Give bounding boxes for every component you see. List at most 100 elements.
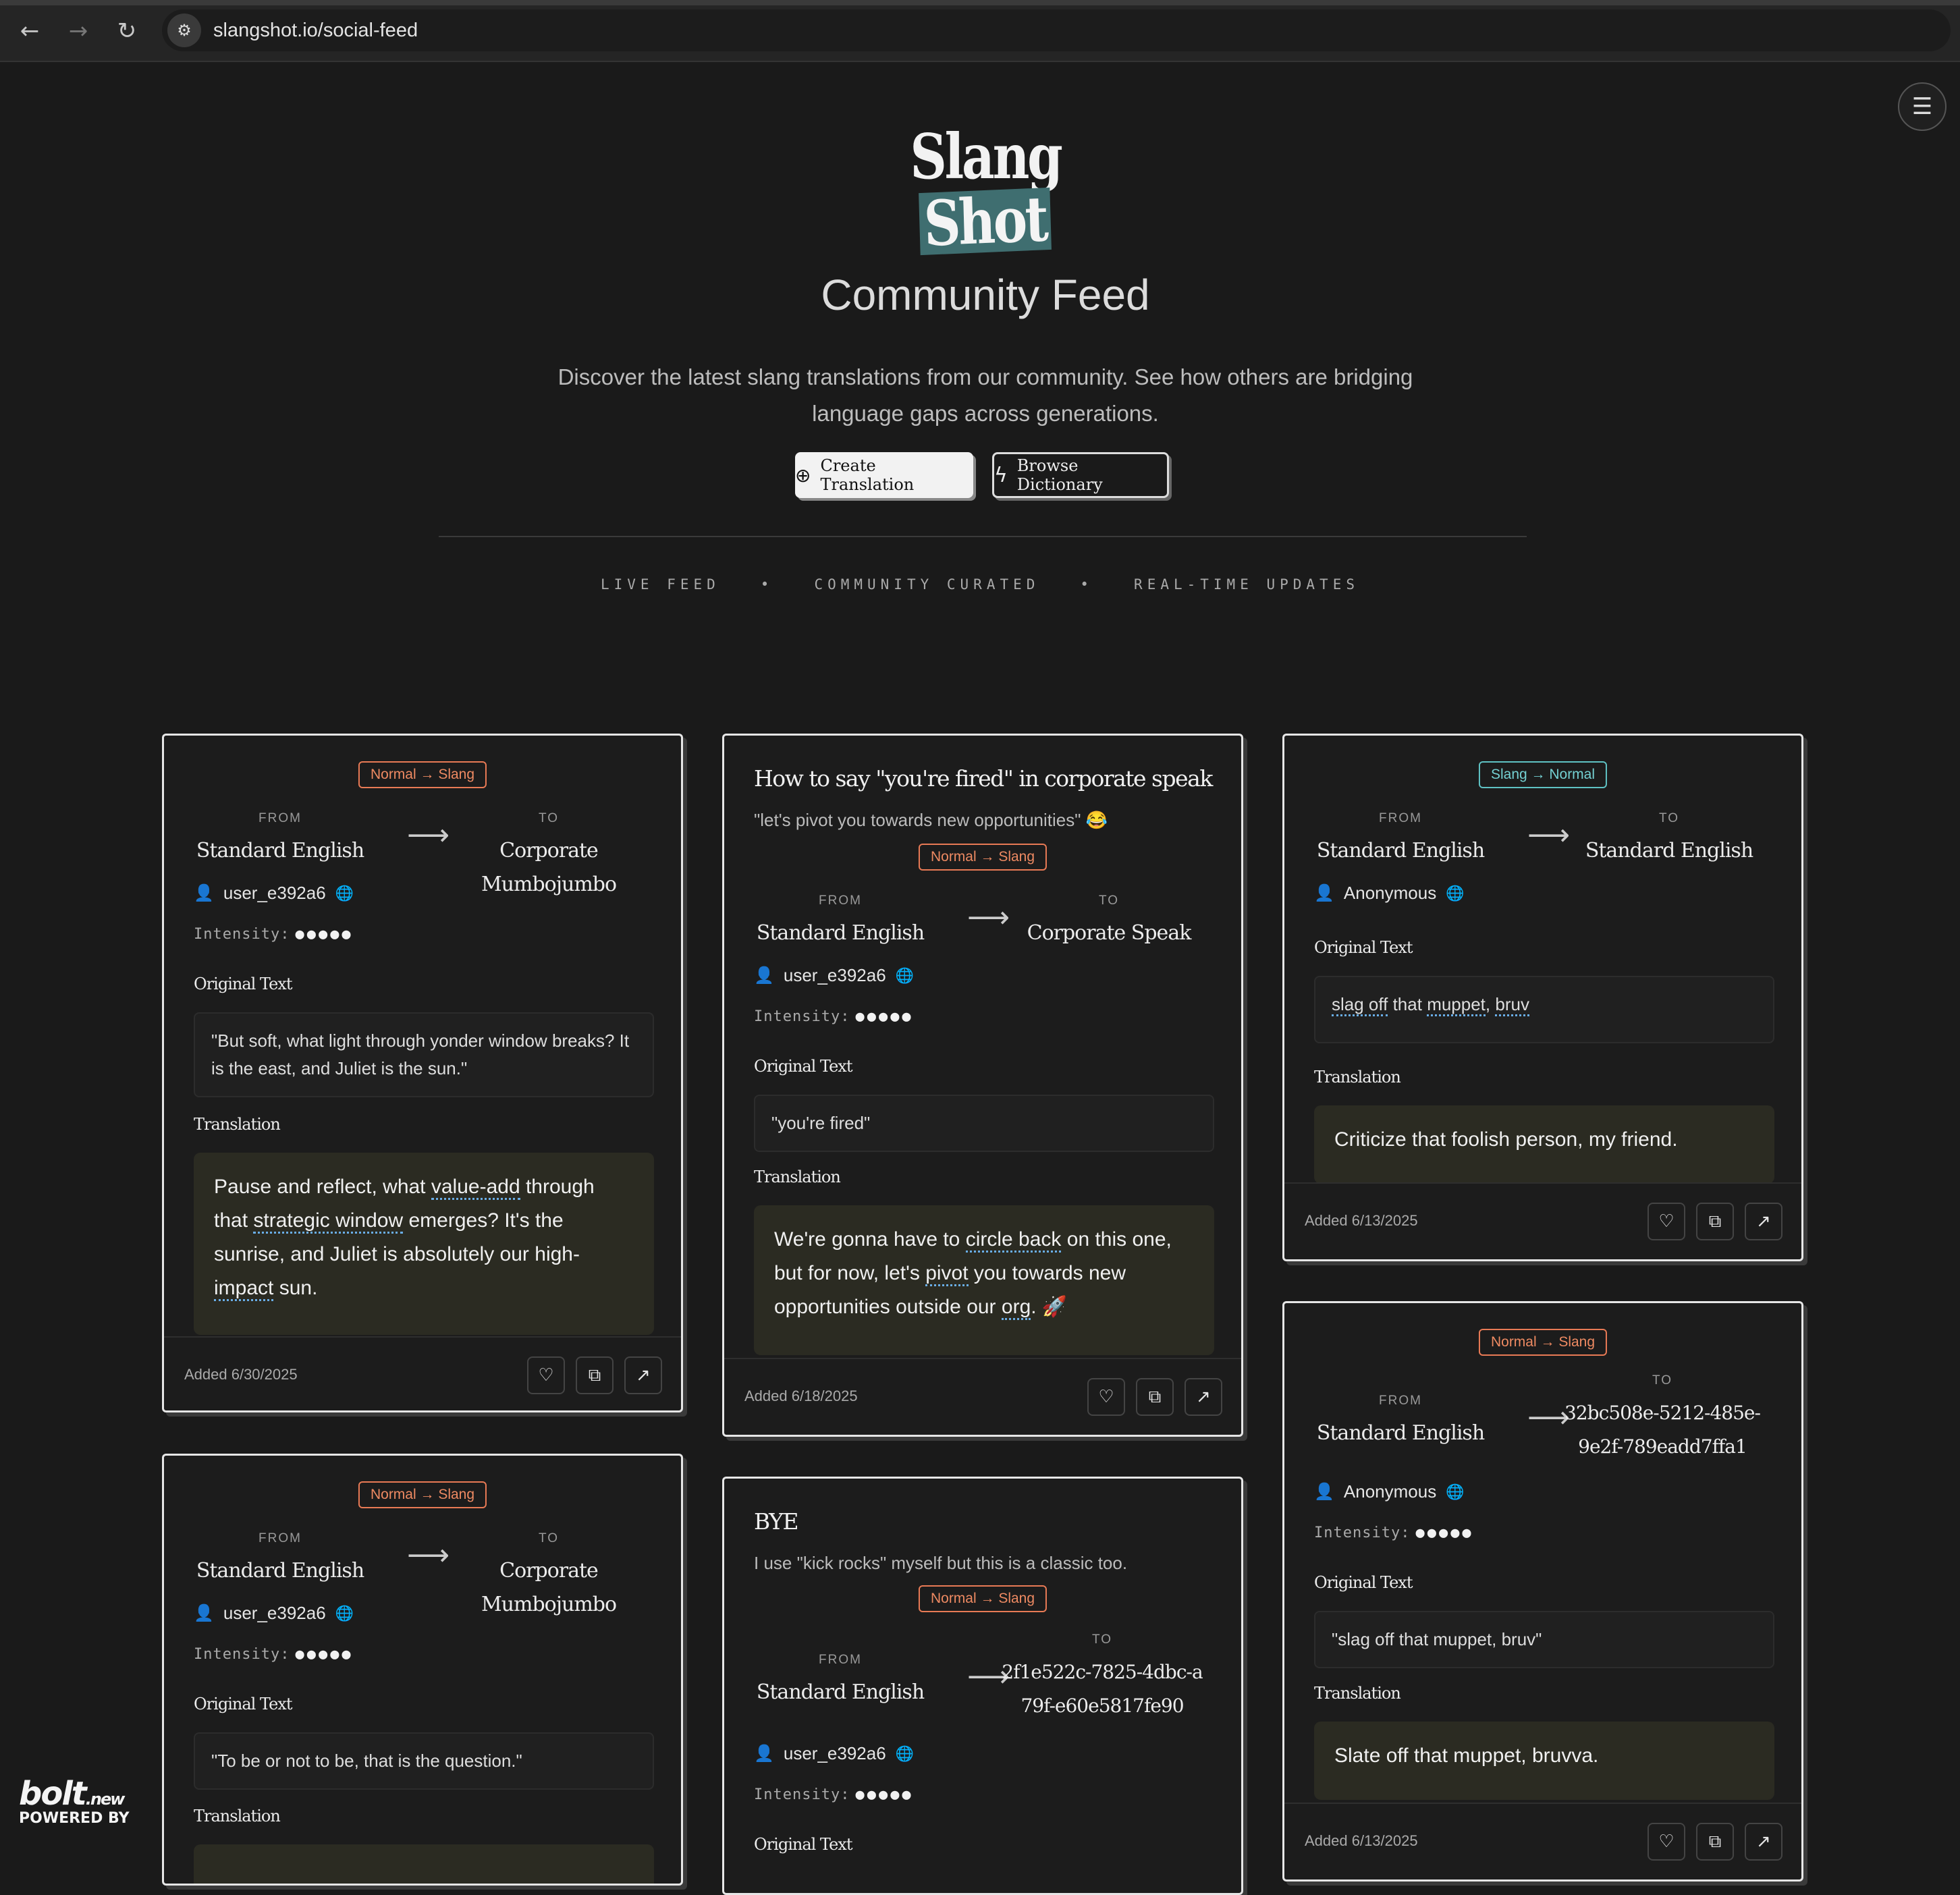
- user-icon: 👤: [194, 1604, 214, 1622]
- from-language: FROM Standard English: [732, 1653, 948, 1709]
- card-footer: Added 6/13/2025 ♡ ⧉ ↗: [1284, 1182, 1801, 1257]
- create-translation-label: Create Translation: [820, 456, 915, 494]
- copy-icon[interactable]: ⧉: [1696, 1203, 1734, 1240]
- from-language: FROM Standard English: [172, 811, 388, 868]
- card-footer: Added 6/13/2025 ♡ ⧉ ↗: [1284, 1803, 1801, 1877]
- author-name: user_e392a6: [783, 965, 886, 985]
- logo[interactable]: Slang Shot: [877, 120, 1093, 260]
- like-icon[interactable]: ♡: [1087, 1378, 1125, 1416]
- like-icon[interactable]: ♡: [1648, 1823, 1685, 1861]
- like-icon[interactable]: ♡: [527, 1356, 565, 1394]
- language-row: FROM Standard English ⟶ TO Corporate Mum…: [164, 811, 681, 896]
- intensity-label: Intensity:: [754, 1008, 850, 1025]
- translation-card[interactable]: Slang → Normal FROM Standard English ⟶ T…: [1282, 734, 1803, 1261]
- reload-icon[interactable]: ↻: [109, 13, 144, 49]
- to-value: Corporate Speak: [1027, 921, 1192, 945]
- original-text-label: Original Text: [1314, 938, 1413, 957]
- back-icon[interactable]: ←: [12, 13, 47, 49]
- tagline-live-feed: LIVE FEED: [601, 576, 720, 593]
- from-label: FROM: [1379, 811, 1422, 825]
- language-row: FROM Standard English ⟶ TO Standard Engl…: [1284, 811, 1801, 872]
- original-text: "But soft, what light through yonder win…: [194, 1012, 654, 1097]
- logo-line1: Slang: [910, 120, 1062, 193]
- site-info-icon[interactable]: ⚙: [167, 13, 201, 47]
- intensity-label: Intensity:: [194, 1646, 290, 1663]
- direction-badge: Normal → Slang: [918, 844, 1047, 871]
- address-bar[interactable]: ⚙ slangshot.io/social-feed: [162, 9, 1951, 51]
- copy-icon[interactable]: ⧉: [1136, 1378, 1174, 1416]
- globe-icon: 🌐: [1446, 884, 1465, 902]
- original-text-label: Original Text: [1314, 1573, 1413, 1592]
- card-title: BYE: [754, 1508, 799, 1535]
- share-icon[interactable]: ↗: [624, 1356, 662, 1394]
- language-row: FROM Standard English ⟶ TO 32bc508e-5212…: [1284, 1373, 1801, 1458]
- intensity: Intensity: ●●●●●: [1314, 1525, 1474, 1541]
- bolt-badge[interactable]: bolt.new POWERED BY: [19, 1775, 130, 1827]
- to-language: TO 32bc508e-5212-485e-9e2f-789eadd7ffa1: [1561, 1373, 1764, 1464]
- intensity: Intensity: ●●●●●: [194, 926, 354, 943]
- copy-icon[interactable]: ⧉: [576, 1356, 614, 1394]
- translation-text: Slate off that muppet, bruvva.: [1314, 1722, 1774, 1800]
- author[interactable]: 👤 user_e392a6 🌐: [194, 1603, 354, 1624]
- from-language: FROM Standard English: [1292, 1394, 1508, 1450]
- page-title: Community Feed: [821, 271, 1150, 319]
- translation-card[interactable]: How to say "you're fired" in corporate s…: [722, 734, 1243, 1437]
- translation-label: Translation: [754, 1168, 841, 1186]
- from-language: FROM Standard English: [1292, 811, 1508, 868]
- url-text[interactable]: slangshot.io/social-feed: [213, 20, 418, 42]
- intensity-dots: ●●●●●: [855, 1008, 914, 1025]
- globe-icon: 🌐: [895, 966, 915, 984]
- translation-card[interactable]: Normal → Slang FROM Standard English ⟶ T…: [162, 734, 683, 1412]
- browse-dictionary-button[interactable]: ϟ Browse Dictionary: [992, 452, 1169, 498]
- globe-icon: 🌐: [335, 884, 354, 902]
- user-icon: 👤: [754, 966, 774, 985]
- create-translation-button[interactable]: ⊕ Create Translation: [795, 452, 973, 498]
- author[interactable]: 👤 user_e392a6 🌐: [194, 883, 354, 904]
- tagline-separator: •: [760, 576, 774, 593]
- author-name: Anonymous: [1343, 1481, 1437, 1502]
- to-label: TO: [1652, 1373, 1673, 1388]
- author-name: user_e392a6: [223, 883, 326, 903]
- to-value: 2f1e522c-7825-4dbc-a79f-e60e5817fe90: [1002, 1661, 1203, 1717]
- intensity-label: Intensity:: [1314, 1525, 1411, 1541]
- original-text-label: Original Text: [194, 1695, 292, 1713]
- share-icon[interactable]: ↗: [1745, 1203, 1782, 1240]
- user-icon: 👤: [1314, 1483, 1334, 1501]
- translation-text: We're gonna have to circle back on this …: [754, 1205, 1214, 1355]
- to-label: TO: [1091, 1632, 1113, 1647]
- from-label: FROM: [819, 894, 862, 908]
- intensity-dots: ●●●●●: [295, 926, 354, 943]
- tagline-real-time: REAL-TIME UPDATES: [1134, 576, 1359, 593]
- added-date: Added 6/18/2025: [744, 1388, 858, 1404]
- to-language: TO Corporate Speak: [1001, 894, 1217, 950]
- translation-card[interactable]: Normal → Slang FROM Standard English ⟶ T…: [1282, 1301, 1803, 1882]
- from-label: FROM: [1379, 1394, 1422, 1408]
- menu-icon[interactable]: ☰: [1898, 82, 1947, 131]
- original-text-label: Original Text: [194, 974, 292, 993]
- tagline-separator: •: [1080, 576, 1094, 593]
- translation-text: Criticize that foolish person, my friend…: [1314, 1105, 1774, 1184]
- forward-icon[interactable]: →: [61, 13, 96, 49]
- author[interactable]: 👤 user_e392a6 🌐: [754, 1743, 914, 1764]
- share-icon[interactable]: ↗: [1745, 1823, 1782, 1861]
- to-value: Standard English: [1585, 839, 1753, 862]
- original-text: slag off that muppet, bruv: [1314, 976, 1774, 1043]
- plus-circle-icon: ⊕: [795, 464, 811, 487]
- author[interactable]: 👤 Anonymous 🌐: [1314, 883, 1465, 904]
- translation-label: Translation: [1314, 1068, 1401, 1087]
- author[interactable]: 👤 user_e392a6 🌐: [754, 965, 914, 986]
- like-icon[interactable]: ♡: [1648, 1203, 1685, 1240]
- copy-icon[interactable]: ⧉: [1696, 1823, 1734, 1861]
- translation-card[interactable]: Normal → Slang FROM Standard English ⟶ T…: [162, 1454, 683, 1886]
- to-value: Corporate Mumbojumbo: [481, 1559, 617, 1616]
- powered-by: POWERED BY: [19, 1810, 130, 1827]
- translation-label: Translation: [1314, 1684, 1401, 1703]
- to-label: TO: [1658, 811, 1680, 825]
- intensity-dots: ●●●●●: [1415, 1525, 1474, 1541]
- user-icon: 👤: [194, 884, 214, 902]
- translation-card[interactable]: BYE I use "kick rocks" myself but this i…: [722, 1477, 1243, 1895]
- author[interactable]: 👤 Anonymous 🌐: [1314, 1481, 1465, 1502]
- to-language: TO 2f1e522c-7825-4dbc-a79f-e60e5817fe90: [1001, 1632, 1203, 1723]
- added-date: Added 6/13/2025: [1305, 1832, 1418, 1849]
- share-icon[interactable]: ↗: [1185, 1378, 1222, 1416]
